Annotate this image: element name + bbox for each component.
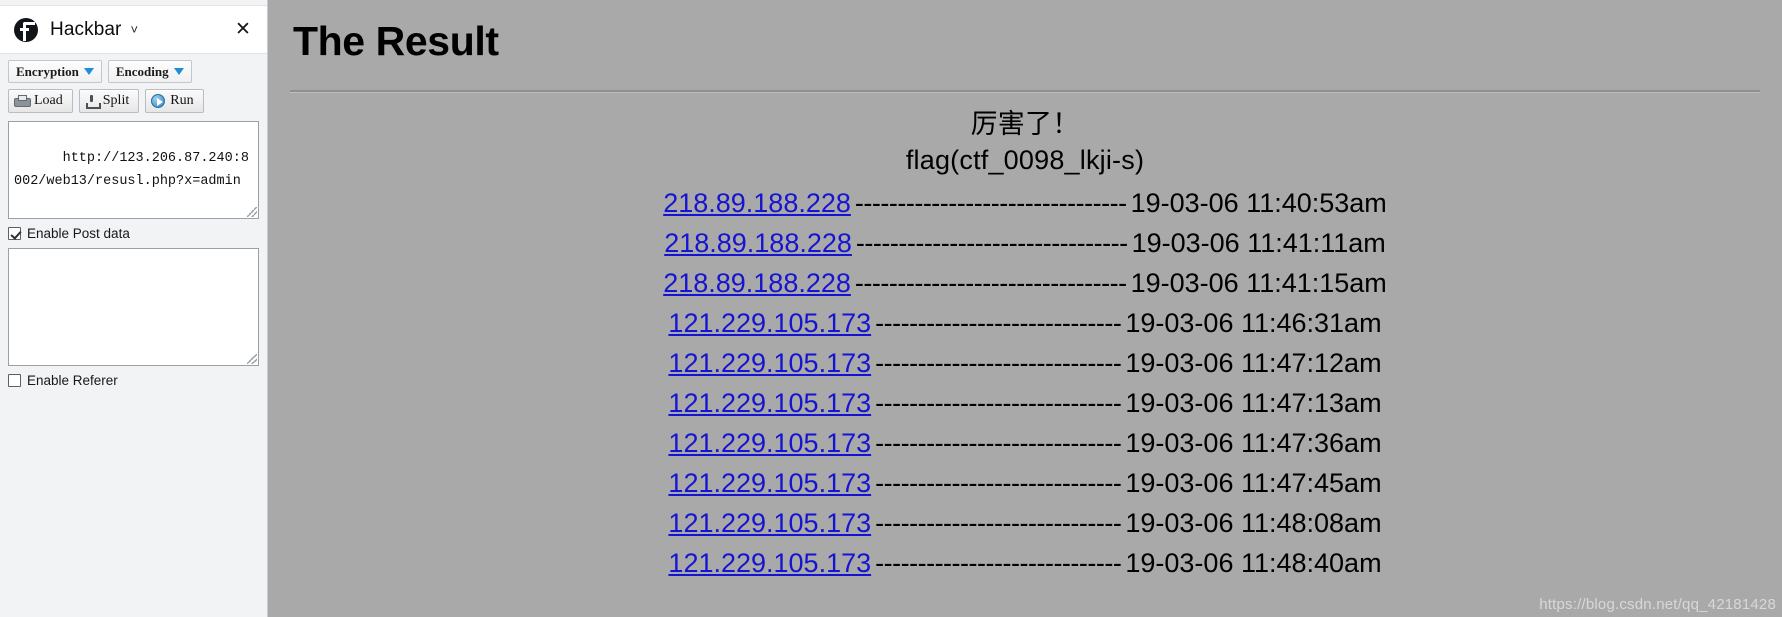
ip-link[interactable]: 121.229.105.173 [668,424,871,464]
enable-post-data-row[interactable]: Enable Post data [0,219,267,241]
encoding-button[interactable]: Encoding [107,60,192,83]
row-separator: ----------------------------- [875,467,1122,498]
hackbar-title: Hackbar [50,18,122,40]
log-row: 218.89.188.228 --------------------------… [290,224,1760,264]
ip-link[interactable]: 218.89.188.228 [664,224,852,264]
row-separator: ----------------------------- [875,308,1122,339]
timestamp: 19-03-06 11:40:53am [1130,188,1387,219]
log-row: 121.229.105.173 -------------------------… [290,504,1760,544]
timestamp: 19-03-06 11:41:11am [1131,228,1386,259]
row-separator: ----------------------------- [875,427,1122,458]
ip-link[interactable]: 218.89.188.228 [663,264,851,304]
horizontal-divider [290,90,1760,93]
post-data-input[interactable] [8,248,259,366]
log-row: 121.229.105.173 -------------------------… [290,424,1760,464]
enable-referer-row[interactable]: Enable Referer [0,366,267,388]
log-row: 121.229.105.173 -------------------------… [290,304,1760,344]
hackbar-toolbar-primary: Encryption Encoding [0,54,267,83]
ip-link[interactable]: 121.229.105.173 [668,304,871,344]
run-button-label: Run [170,93,194,108]
timestamp: 19-03-06 11:47:36am [1125,427,1382,458]
hackbar-panel: Hackbar ˅ ✕ Encryption Encoding Load Spl… [0,0,268,617]
ip-link[interactable]: 218.89.188.228 [663,184,851,224]
resize-handle[interactable] [247,354,257,364]
run-icon [151,94,166,108]
encryption-button[interactable]: Encryption [8,60,102,83]
watermark: https://blog.csdn.net/qq_42181428 [1539,596,1776,613]
timestamp: 19-03-06 11:47:12am [1125,348,1382,379]
log-row: 121.229.105.173 -------------------------… [290,464,1760,504]
ip-link[interactable]: 121.229.105.173 [668,464,871,504]
load-button[interactable]: Load [8,89,73,113]
hackbar-header: Hackbar ˅ ✕ [0,6,267,54]
result-page: The Result 厉害了！ flag(ctf_0098_lkji-s) 21… [268,0,1782,617]
row-separator: ----------------------------- [875,348,1122,379]
page-title: The Result [293,18,499,64]
row-separator: ----------------------------- [875,507,1122,538]
chevron-down-icon [173,68,184,75]
firefox-icon [14,17,38,42]
enable-referer-label: Enable Referer [27,373,118,388]
ip-link[interactable]: 121.229.105.173 [668,384,871,424]
run-button[interactable]: Run [145,89,204,113]
enable-post-data-label: Enable Post data [27,226,130,241]
enable-post-data-checkbox[interactable] [8,227,21,240]
close-icon[interactable]: ✕ [229,16,257,44]
row-separator: ----------------------------- [875,547,1122,578]
enable-referer-checkbox[interactable] [8,374,21,387]
chevron-down-icon [83,68,94,75]
url-input[interactable]: http://123.206.87.240:8002/web13/resusl.… [8,121,259,219]
split-button-label: Split [102,93,130,108]
load-button-label: Load [34,93,63,108]
url-input-value: http://123.206.87.240:8002/web13/resusl.… [14,151,249,189]
ip-link[interactable]: 121.229.105.173 [668,504,871,544]
log-row: 121.229.105.173 -------------------------… [290,344,1760,384]
log-row: 218.89.188.228 --------------------------… [290,264,1760,304]
row-separator: -------------------------------- [854,268,1127,299]
ip-link[interactable]: 121.229.105.173 [668,544,871,584]
chevron-down-icon[interactable]: ˅ [130,23,138,36]
split-icon [85,94,101,109]
timestamp: 19-03-06 11:47:13am [1125,388,1382,419]
flag-text: flag(ctf_0098_lkji-s) [905,144,1145,175]
row-separator: -------------------------------- [854,188,1127,219]
timestamp: 19-03-06 11:46:31am [1125,308,1382,339]
ip-link[interactable]: 121.229.105.173 [668,344,871,384]
congrats-message: 厉害了！ [970,109,1080,139]
row-separator: -------------------------------- [855,228,1128,259]
row-separator: ----------------------------- [875,388,1122,419]
timestamp: 19-03-06 11:48:40am [1125,547,1382,578]
app-root: Hackbar ˅ ✕ Encryption Encoding Load Spl… [0,0,1782,617]
timestamp: 19-03-06 11:48:08am [1125,507,1382,538]
access-log-list: 218.89.188.228 --------------------------… [290,184,1760,584]
hackbar-toolbar-secondary: Load Split Run [0,83,267,113]
timestamp: 19-03-06 11:41:15am [1130,268,1387,299]
split-button[interactable]: Split [78,89,140,113]
log-row: 218.89.188.228 --------------------------… [290,184,1760,224]
encryption-button-label: Encryption [16,63,79,79]
log-row: 121.229.105.173 -------------------------… [290,544,1760,584]
encoding-button-label: Encoding [115,63,169,79]
resize-handle[interactable] [247,207,257,217]
timestamp: 19-03-06 11:47:45am [1125,467,1382,498]
load-icon [14,95,31,107]
log-row: 121.229.105.173 -------------------------… [290,384,1760,424]
